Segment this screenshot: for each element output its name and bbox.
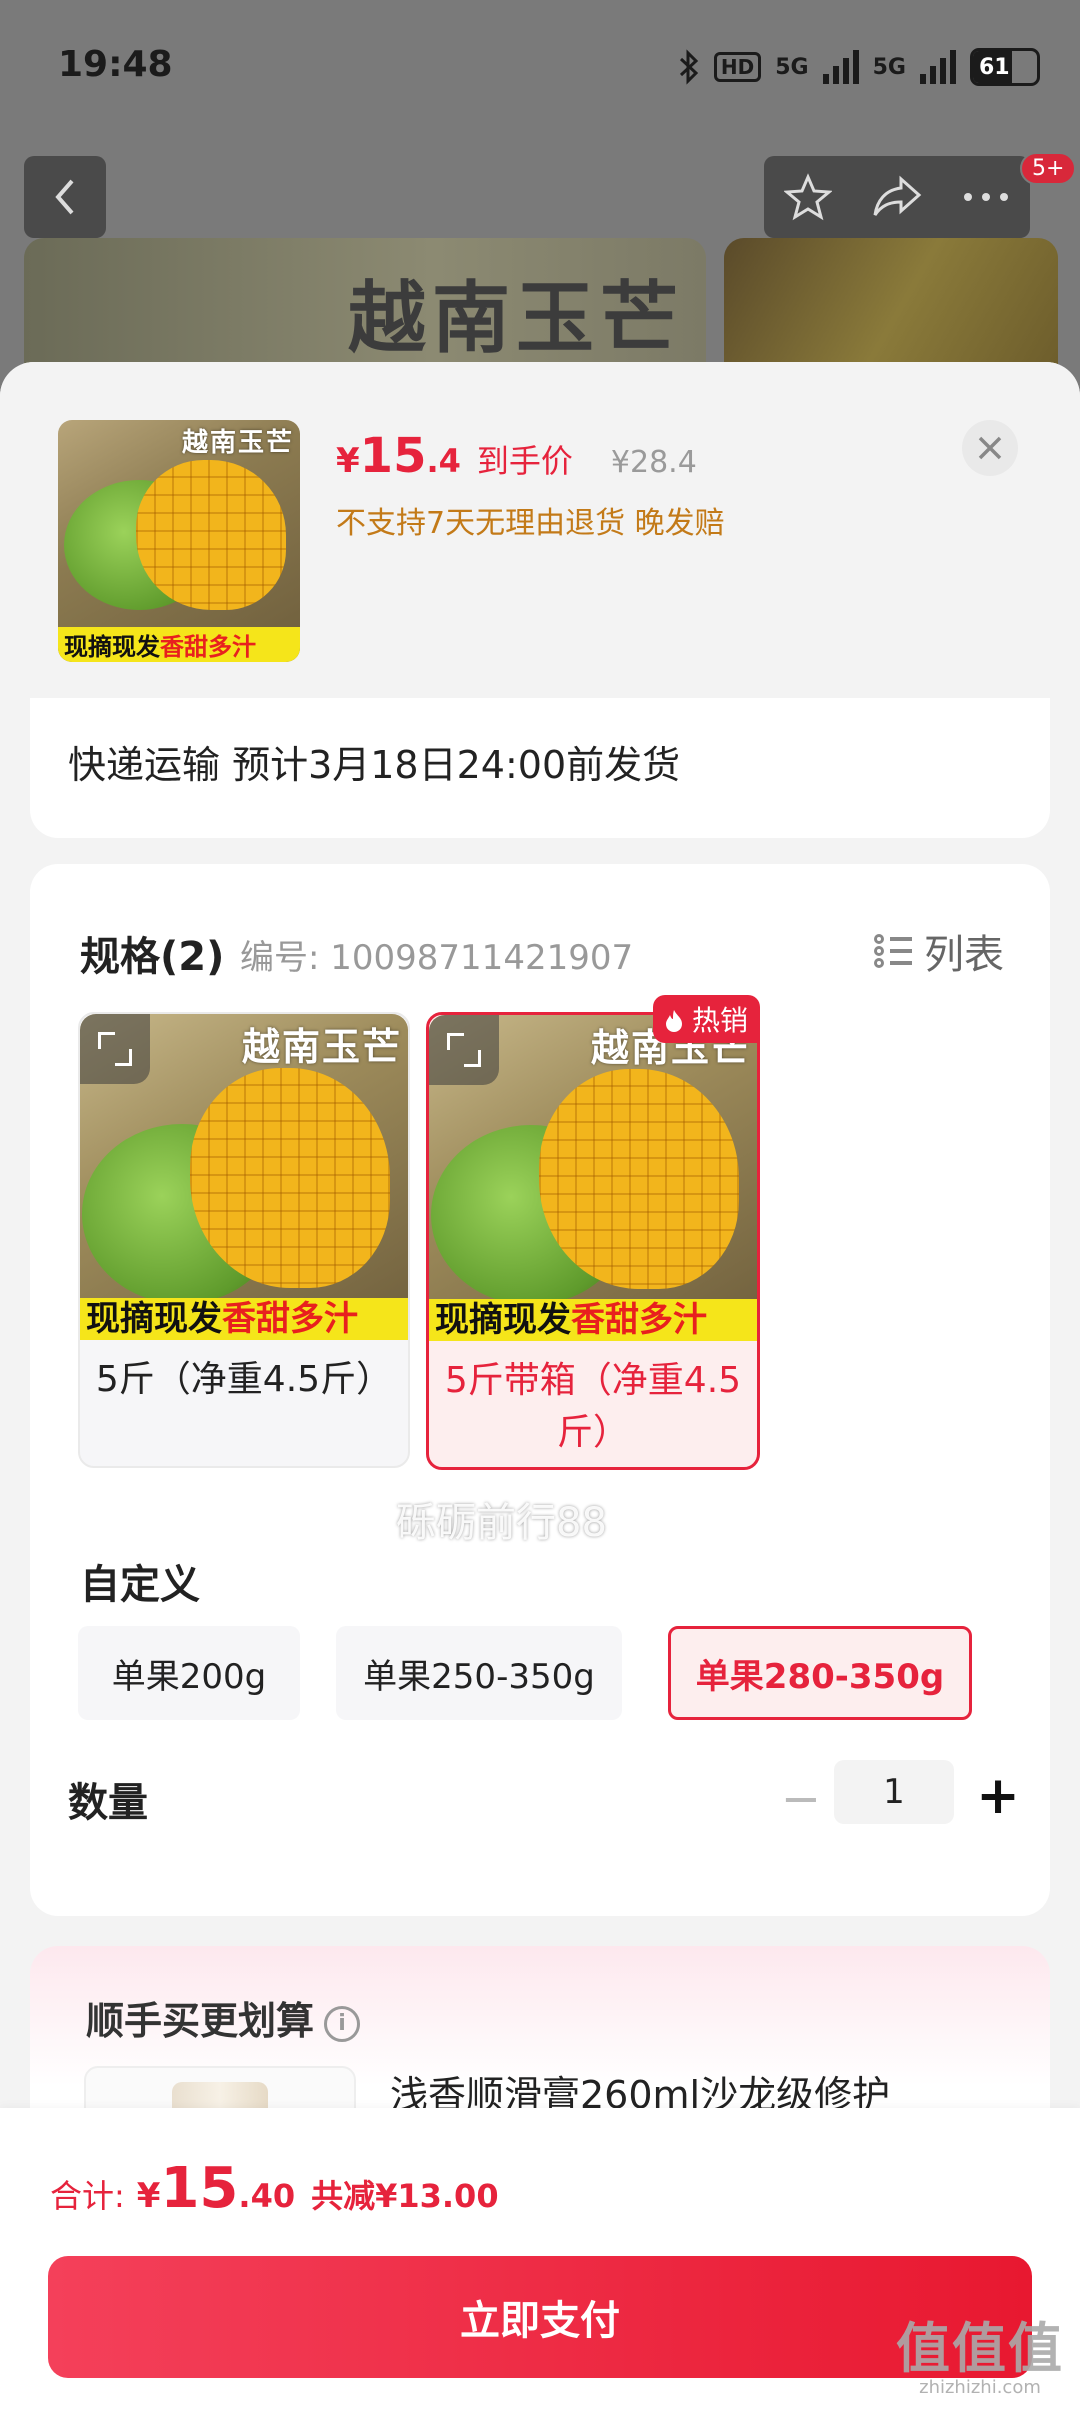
- thumbnail-title: 越南玉芒: [181, 428, 294, 458]
- close-button[interactable]: [962, 420, 1018, 476]
- price-decimal: .4: [426, 442, 461, 480]
- quantity-title: 数量: [68, 1780, 148, 1826]
- flame-icon: [666, 1010, 683, 1032]
- background-banner-title: 越南玉芒: [347, 273, 684, 364]
- total-integer: 15: [160, 2156, 239, 2221]
- product-code: 编号: 10098711421907: [240, 938, 634, 978]
- mango-cut-shape: [136, 460, 286, 610]
- spec-option-image-caption: 现摘现发香甜多汁: [429, 1299, 757, 1341]
- cart-badge: 5+: [1020, 152, 1077, 185]
- spec-title: 规格(2): [80, 934, 225, 980]
- mango-cut-shape: [539, 1069, 739, 1289]
- spec-option-2[interactable]: 越南玉芒 现摘现发香甜多汁 5斤带箱（净重4.5斤） 热销: [426, 995, 760, 1470]
- hot-sale-badge: 热销: [653, 995, 760, 1043]
- star-icon[interactable]: [783, 173, 832, 221]
- hd-badge: HD: [713, 52, 762, 82]
- battery-icon: 61: [970, 48, 1040, 86]
- shipping-estimate: 快递运输 预计3月18日24:00前发货: [68, 743, 681, 787]
- custom-option-280-350g[interactable]: 单果280-350g: [668, 1626, 972, 1720]
- list-icon: [874, 932, 912, 970]
- order-total: 合计: ¥ 15 .40 共减¥13.00: [50, 2156, 499, 2221]
- bluetooth-icon: [679, 49, 699, 85]
- price-line: ¥ 15 .4 到手价 ¥28.4: [336, 428, 697, 484]
- spec-option-image: 越南玉芒 现摘现发香甜多汁: [429, 1015, 757, 1341]
- list-view-label: 列表: [924, 932, 1004, 978]
- custom-option-250-350g[interactable]: 单果250-350g: [336, 1626, 622, 1720]
- site-watermark-logo: 值值值: [896, 2317, 1064, 2380]
- status-time: 19:48: [58, 44, 173, 85]
- checkout-footer: 合计: ¥ 15 .40 共减¥13.00 立即支付 值值值 zhizhizhi…: [0, 2108, 1080, 2412]
- expand-icon[interactable]: [429, 1015, 499, 1085]
- total-currency: ¥: [136, 2176, 161, 2216]
- original-price: ¥28.4: [610, 445, 697, 480]
- battery-text: 61: [979, 54, 1010, 80]
- return-policy: 不支持7天无理由退货 晚发赔: [336, 506, 725, 541]
- status-bar: 19:48 HD 5G 5G 61: [0, 0, 1080, 140]
- quantity-increment-button[interactable]: +: [970, 1766, 1026, 1826]
- background-action-bar: [764, 156, 1030, 238]
- pay-now-button[interactable]: 立即支付: [48, 2256, 1032, 2378]
- site-watermark: 值值值 zhizhizhi.com: [896, 2317, 1064, 2399]
- spec-option-image: 越南玉芒 现摘现发香甜多汁: [80, 1014, 408, 1340]
- thumbnail-caption: 现摘现发香甜多汁: [58, 627, 300, 662]
- custom-option-200g[interactable]: 单果200g: [78, 1626, 300, 1720]
- bundle-title: 顺手买更划算 i: [86, 1990, 361, 2045]
- info-icon[interactable]: i: [324, 2005, 361, 2042]
- mango-cut-shape: [190, 1068, 390, 1288]
- spec-option-label: 5斤（净重4.5斤）: [95, 1359, 393, 1400]
- price-integer: 15: [359, 428, 427, 484]
- more-icon[interactable]: [962, 191, 1010, 203]
- spec-option-image-title: 越南玉芒: [241, 1024, 402, 1069]
- network-label-1: 5G: [775, 54, 809, 80]
- product-thumbnail[interactable]: 越南玉芒 现摘现发香甜多汁: [58, 420, 300, 662]
- signal-icon-1: [822, 50, 859, 84]
- bundle-title-text: 顺手买更划算: [86, 1999, 315, 2043]
- spec-option-label: 5斤带箱（净重4.5斤）: [444, 1360, 742, 1453]
- chevron-left-icon: [55, 179, 74, 215]
- spec-card: 规格(2) 编号: 10098711421907 列表 越南玉芒 现摘现发香甜多…: [30, 864, 1050, 1916]
- status-icons: HD 5G 5G 61: [678, 48, 1040, 86]
- custom-section-title: 自定义: [80, 1562, 200, 1608]
- list-view-toggle[interactable]: 列表: [874, 922, 1004, 980]
- total-discount: 共减¥13.00: [311, 2177, 499, 2215]
- quantity-value[interactable]: 1: [834, 1760, 954, 1824]
- shipping-card: 快递运输 预计3月18日24:00前发货: [30, 698, 1050, 838]
- user-watermark: 砾砺前行88: [396, 1500, 607, 1546]
- close-icon: [978, 436, 1002, 460]
- quantity-decrement-button[interactable]: −: [774, 1771, 828, 1827]
- back-button[interactable]: [24, 156, 106, 238]
- signal-icon-2: [920, 50, 956, 84]
- network-label-2: 5G: [872, 54, 906, 80]
- spec-option-image-caption: 现摘现发香甜多汁: [80, 1298, 408, 1340]
- total-label: 合计:: [50, 2177, 125, 2215]
- price-currency: ¥: [336, 441, 360, 481]
- site-watermark-domain: zhizhizhi.com: [919, 2377, 1041, 2398]
- sku-bottom-sheet: 越南玉芒 现摘现发香甜多汁 ¥ 15 .4 到手价 ¥28.4 不支持7天无理由…: [0, 362, 1080, 2412]
- price-label: 到手价: [476, 442, 573, 480]
- sheet-header: 越南玉芒 现摘现发香甜多汁 ¥ 15 .4 到手价 ¥28.4 不支持7天无理由…: [0, 362, 1080, 698]
- spec-option-1[interactable]: 越南玉芒 现摘现发香甜多汁 5斤（净重4.5斤）: [78, 1012, 410, 1468]
- share-icon[interactable]: [871, 175, 923, 219]
- expand-icon[interactable]: [80, 1014, 150, 1084]
- hot-sale-label: 热销: [691, 1004, 748, 1037]
- total-decimal: .40: [238, 2177, 296, 2215]
